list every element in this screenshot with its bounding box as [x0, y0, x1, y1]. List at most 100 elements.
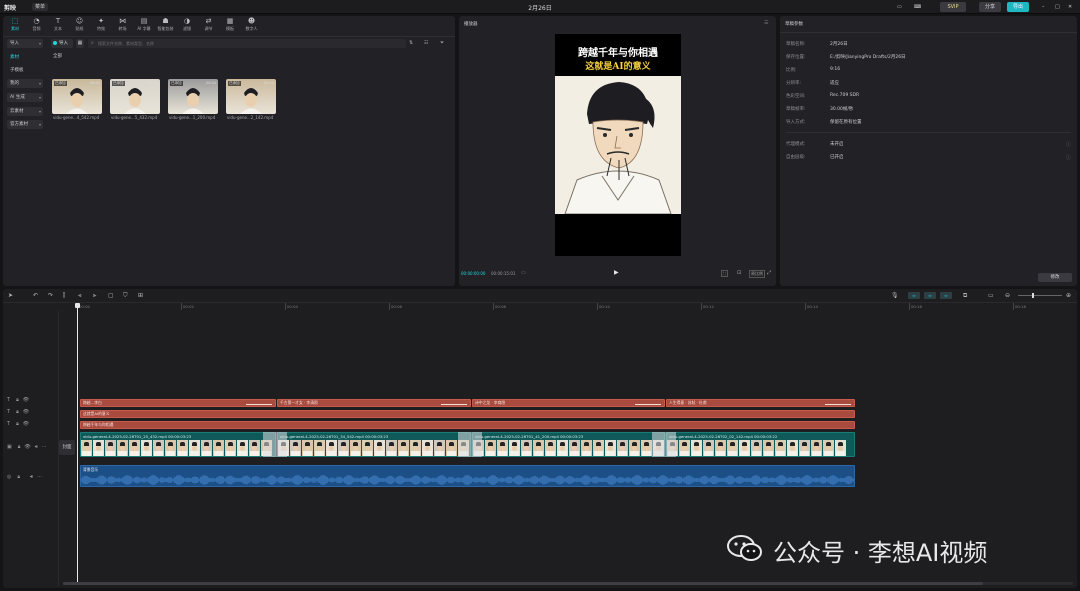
tool-audio[interactable]: ◔ 音频 — [28, 16, 46, 36]
sidebar-item-3[interactable]: 我的 ▾ — [7, 79, 43, 88]
tool-effects[interactable]: ✦ 特效 — [92, 16, 110, 36]
text-clip-title[interactable]: 千古第一才女 · 李清照 — [277, 399, 471, 407]
filter-icon[interactable]: ⏷ — [440, 40, 444, 46]
tool-template[interactable]: ▦ 模板 — [221, 16, 239, 36]
snap-icon[interactable]: ⧉ — [963, 292, 967, 300]
tool-smart-package[interactable]: ☗ 智能包装 — [157, 16, 175, 36]
lock-icon[interactable]: 🔒︎ — [16, 397, 19, 403]
layout-icon[interactable]: ▭ — [897, 2, 902, 12]
delete-icon[interactable]: ▢ — [108, 292, 114, 299]
ratio-button[interactable]: 原比例 — [749, 270, 765, 278]
close-icon[interactable]: ✕ — [1068, 2, 1072, 12]
crop-icon[interactable]: ⛶ — [721, 270, 728, 277]
marker-icon[interactable]: ⛉ — [123, 292, 128, 300]
transition-marker[interactable] — [458, 432, 482, 457]
shortcut-icon[interactable]: ⌨ — [914, 2, 921, 12]
tool-transition[interactable]: ⋈ 转场 — [114, 16, 132, 36]
mic-icon[interactable]: 🎙︎ — [891, 292, 899, 299]
minimize-icon[interactable]: – — [1042, 2, 1045, 12]
timecode-icon[interactable]: ▭ — [521, 270, 526, 276]
export-button[interactable]: 导出 — [1007, 2, 1029, 12]
sidebar-item-6[interactable]: 官方素材 ▾ — [7, 120, 43, 129]
undo-icon[interactable]: ↶ — [33, 292, 38, 299]
fit-icon[interactable]: ⊡ — [737, 270, 741, 276]
tool-filter[interactable]: ◑ 滤镜 — [178, 16, 196, 36]
sidebar-item-label: 云素材 — [10, 109, 24, 114]
media-thumbnail[interactable]: 已添加 00:04 — [110, 79, 160, 114]
menu-button[interactable]: 菜单 — [32, 3, 49, 11]
caption-line-1: 跨越千年与你相遇 — [578, 48, 658, 59]
sidebar-item-5[interactable]: 云素材 ▾ — [7, 107, 43, 116]
sidebar-item-4[interactable]: AI 生成 ▾ — [7, 93, 43, 102]
transition-marker[interactable] — [263, 432, 287, 457]
fullscreen-icon[interactable]: ⤢ — [767, 270, 771, 276]
import-button[interactable]: 导入 — [51, 39, 73, 48]
filter-all-label[interactable]: 全部 — [53, 53, 62, 59]
main-track-magnet-icon[interactable]: ⇔ — [908, 292, 920, 299]
zoom-out-icon[interactable]: ⊖ — [1005, 292, 1010, 299]
split-right-icon[interactable]: ⫸ — [93, 292, 96, 300]
text-clip-title[interactable]: 跨越...李白 — [80, 399, 276, 407]
text-track-head-1: T 🔒︎ 👁︎ — [7, 397, 30, 403]
sidebar-item-0[interactable]: 导入 ▾ — [7, 39, 43, 48]
tool-adjust[interactable]: ⇄ 调节 — [200, 16, 218, 36]
freeze-icon[interactable]: ⊞ — [138, 292, 143, 299]
link-icon[interactable]: ⇔ — [924, 292, 936, 299]
preview-axis-icon[interactable]: ⇔ — [940, 292, 952, 299]
tool-text[interactable]: T 文本 — [49, 16, 67, 36]
tool-label: 贴纸 — [75, 26, 84, 31]
text-clip-ai-meaning[interactable]: 这就是AI的意义 — [80, 410, 855, 418]
text-clip-title[interactable]: 诗中之龙 · 李商隐 — [472, 399, 665, 407]
video-clip[interactable]: vidu-general-4-2025-02-26T01_34_542.mp4 … — [277, 432, 471, 457]
ruler-tick-label: 00:12 — [703, 304, 714, 309]
maximize-icon[interactable]: □ — [1055, 2, 1060, 12]
split-icon[interactable]: ⫿ — [63, 292, 65, 300]
tool-digital-human[interactable]: ☻ 数字人 — [243, 16, 261, 36]
zoom-in-icon[interactable]: ⊕ — [1066, 292, 1071, 299]
eye-icon[interactable]: 👁︎ — [23, 397, 29, 403]
grid-size-icon[interactable]: ☷ — [424, 40, 428, 46]
video-clip[interactable]: vidu-general-4-2025-02-26T01_25_432.mp4 … — [80, 432, 276, 457]
media-thumbnail[interactable]: 已添加 00:04 — [226, 79, 276, 114]
sort-icon[interactable]: ⇅ — [409, 40, 413, 46]
text-icon: T — [55, 17, 61, 25]
audio-clip[interactable]: 背景音乐 — [80, 465, 855, 487]
modify-button[interactable]: 修改 — [1038, 273, 1072, 282]
layer-info-icon[interactable]: ⓘ — [1066, 154, 1071, 161]
playhead[interactable] — [75, 303, 80, 583]
video-preview[interactable]: 跨越千年与你相遇 这就是AI的意义 — [555, 34, 681, 256]
player-menu-icon[interactable]: ☰ — [764, 20, 768, 26]
clip-duration: 00:04 — [89, 81, 100, 85]
tool-sticker[interactable]: ☺ 贴纸 — [71, 16, 89, 36]
redo-icon[interactable]: ↷ — [48, 292, 53, 299]
tool-ai-caption[interactable]: ▤ AI 字幕 — [135, 16, 153, 36]
zoom-slider-handle[interactable] — [1032, 293, 1034, 298]
sidebar-item-2[interactable]: 子模板 — [7, 66, 43, 75]
media-thumbnail[interactable]: 已添加 00:04 — [168, 79, 218, 114]
view-toggle-icon[interactable]: ▦ — [76, 39, 84, 48]
text-clip-meet-you[interactable]: 跨越千年与你相遇 — [80, 421, 855, 429]
media-thumbnail[interactable]: 已添加 00:04 — [52, 79, 102, 114]
transition-marker[interactable] — [652, 432, 676, 457]
select-tool-icon[interactable]: ➤ — [8, 292, 13, 299]
horizontal-scrollbar[interactable] — [63, 582, 1073, 585]
tool-import[interactable]: ⬚ 素材 — [6, 16, 24, 36]
play-icon[interactable]: ▶ — [614, 269, 619, 276]
text-clip-title[interactable]: 人生得意 · 苏轼 · 杜甫 — [666, 399, 855, 407]
draft-properties-panel: 草稿参数 草稿名称: 2月26日 保存位置: E:/剪映/JianyingPro Dr… — [780, 16, 1077, 286]
import-dot-icon — [53, 41, 57, 45]
video-clip[interactable]: vidu-general-4-2025-02-26T01_41_200.mp4 … — [472, 432, 665, 457]
caption-icon[interactable]: ▭ — [988, 292, 994, 299]
proxy-info-icon[interactable]: ⓘ — [1066, 141, 1071, 148]
time-ruler[interactable]: 00:00 00:02 00:04 00:06 00:08 00:10 00:12 00:14… — [3, 303, 1077, 311]
zoom-slider[interactable] — [1018, 293, 1062, 298]
mute-icon[interactable]: 🔊︎ — [35, 444, 38, 450]
search-input[interactable]: ⌕ 搜索文件名称、素材类型、名称 — [88, 39, 406, 48]
video-clip[interactable]: vidu-general-4-2025-02-26T02_02_142.mp4 … — [666, 432, 855, 457]
sidebar-item-1[interactable]: 素材 — [7, 53, 43, 62]
share-button[interactable]: 分享 — [979, 2, 1001, 12]
playhead-handle[interactable] — [75, 303, 80, 308]
cover-button[interactable]: 封面 — [59, 440, 75, 455]
svip-button[interactable]: SVIP — [940, 2, 966, 12]
split-left-icon[interactable]: ⫷ — [78, 292, 81, 300]
